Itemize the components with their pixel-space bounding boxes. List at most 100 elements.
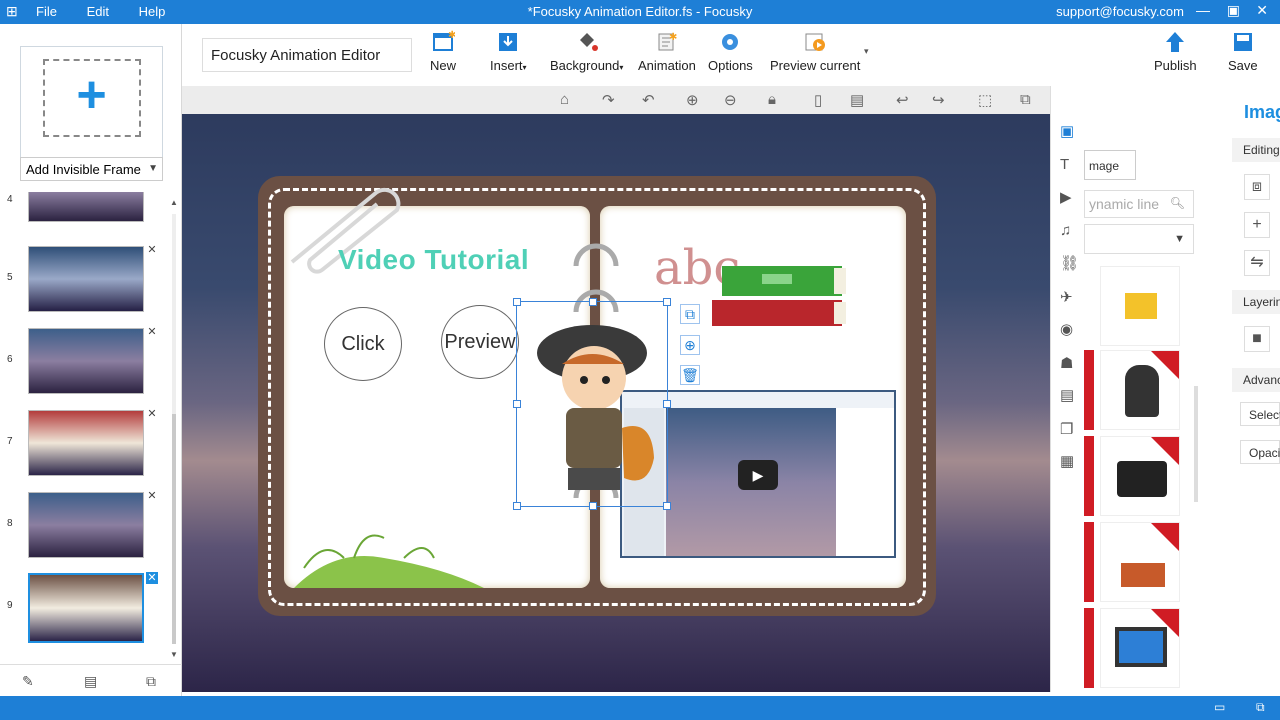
insert-icon [499,33,518,51]
asset-thumbnail[interactable] [1100,608,1180,688]
flip-icon[interactable]: ⇋ [1244,250,1270,276]
thumbnail-scrollbar[interactable]: ▲ ▼ [170,194,178,662]
duplicate-icon[interactable]: ⧉ [680,304,700,324]
background-button[interactable]: Background▾ [550,30,623,73]
edit-frame-icon[interactable]: ✎ [22,673,34,690]
people-icon[interactable]: ☗ [1060,354,1073,372]
frame-thumbnail-9[interactable] [28,573,144,643]
resize-handle[interactable] [663,298,671,306]
add-icon[interactable]: + [1244,212,1270,238]
monitor-icon[interactable]: ▭ [1214,700,1225,714]
books-image[interactable] [702,254,862,344]
undo-icon[interactable]: ↩ [896,91,909,109]
zoom-out-icon[interactable]: ⊖ [724,91,737,109]
advanced-section[interactable]: Advanc [1232,368,1280,392]
image-search-input[interactable]: ynamic line 🔍︎ [1084,190,1194,218]
close-icon[interactable]: ✕ [1256,2,1268,19]
lock-icon[interactable]: 🔒︎ [768,91,776,108]
asset-thumbnail[interactable] [1100,266,1180,346]
frame-layout-icon[interactable]: ⧉ [146,673,156,690]
select-all-icon[interactable]: ⬚ [978,91,992,109]
editing-section[interactable]: Editing [1232,138,1280,162]
frame-thumbnail-8[interactable] [28,492,144,558]
scroll-down-icon[interactable]: ▼ [170,650,178,659]
click-circle-text[interactable]: Click [324,307,402,381]
resize-handle[interactable] [513,298,521,306]
resize-handle[interactable] [589,502,597,510]
redo-icon[interactable]: ↪ [932,91,945,109]
maximize-icon[interactable]: ▣ [1227,2,1240,19]
scroll-thumb[interactable] [172,414,176,644]
home-icon[interactable]: ⌂ [560,91,569,108]
preview-circle-text[interactable]: Preview [441,305,519,379]
frame-thumbnail-6[interactable] [28,328,144,394]
flash-icon[interactable]: ◉ [1060,320,1073,338]
delete-frame-icon[interactable]: ✕ [146,408,158,420]
insert-button[interactable]: Insert▾ [490,30,527,73]
image-icon[interactable]: ▣ [1060,122,1074,140]
rotate-right-icon[interactable]: ↷ [602,91,615,109]
zoom-in-icon[interactable]: ⊕ [686,91,699,109]
trash-icon[interactable]: 🗑︎ [680,365,700,385]
layout-icon[interactable]: ▦ [1060,452,1074,470]
video-icon[interactable]: ▶ [1060,188,1072,206]
sidebar-tools: ✎ ▤ ⧉ [0,664,182,696]
scroll-up-icon[interactable]: ▲ [170,198,178,207]
video-tutorial-title[interactable]: Video Tutorial [338,244,529,276]
link-icon[interactable]: ⛓︎ [1060,254,1079,272]
slides-icon[interactable]: ▤ [1060,386,1074,404]
editing-canvas[interactable]: Video Tutorial Click Preview abc ▶ ⧉ ⊕ 🗑… [182,114,1050,692]
frame-thumbnail-5[interactable] [28,246,144,312]
copy-icon[interactable]: ▯ [814,91,822,109]
asset-thumbnail[interactable] [1100,350,1180,430]
frame-thumbnail-4[interactable] [28,192,144,222]
project-title-field[interactable]: Focusky Animation Editor [202,38,412,72]
select-button[interactable]: Select [1240,402,1280,426]
selection-box[interactable] [513,298,671,510]
zoom-add-icon[interactable]: ⊕ [680,335,700,355]
rotate-left-icon[interactable]: ↶ [642,91,655,109]
resize-handle[interactable] [663,400,671,408]
delete-frame-icon[interactable]: ✕ [146,490,158,502]
asset-thumbnail[interactable] [1100,436,1180,516]
assets-scrollbar[interactable] [1194,386,1198,502]
animation-button[interactable]: ✱ Animation [638,30,696,73]
new-button[interactable]: ✱ New [430,30,456,73]
bring-front-icon[interactable]: ■ [1244,326,1270,352]
play-icon[interactable]: ▶ [738,460,778,490]
delete-frame-icon[interactable]: ✕ [146,244,158,256]
preview-options-icon[interactable]: ▾ [864,46,869,57]
asset-thumbnail[interactable] [1100,522,1180,602]
fullscreen-icon[interactable]: ⧉ [1020,91,1031,108]
preview-current-button[interactable]: Preview current [770,30,860,73]
plane-icon[interactable]: ✈︎ [1060,288,1073,306]
frame-type-select[interactable]: Add Invisible Frame ▼ [20,157,163,181]
frame-thumbnail-list: 4 5 ✕ 6 ✕ 7 ✕ 8 ✕ 9 ✕ [0,192,168,662]
resize-handle[interactable] [513,400,521,408]
resize-handle[interactable] [663,502,671,510]
properties-panel: Imag Editing ⧈ + ⇋ Layerin ■ Advanc Sele… [1200,86,1280,692]
text-icon[interactable]: T [1060,156,1069,173]
minimize-icon[interactable]: — [1196,2,1210,18]
resize-handle[interactable] [513,502,521,510]
image-tab[interactable]: mage [1084,150,1136,180]
frame-thumbnail-7[interactable] [28,410,144,476]
frame-settings-icon[interactable]: ▤ [84,673,97,690]
layering-section[interactable]: Layerin [1232,290,1280,314]
layers-icon[interactable]: ❐ [1060,420,1073,438]
music-icon[interactable]: ♫ [1060,222,1071,239]
opacity-control[interactable]: Opaci [1240,440,1280,464]
delete-frame-icon[interactable]: ✕ [146,572,158,584]
support-email-link[interactable]: support@focusky.com [1056,4,1184,19]
paste-icon[interactable]: ▤ [850,91,864,109]
crop-icon[interactable]: ⧈ [1244,174,1270,200]
add-frame-button[interactable]: + [20,46,163,172]
paint-bucket-icon [579,33,598,51]
window-mode-icon[interactable]: ⧉ [1256,700,1265,715]
image-category-select[interactable]: ▼ [1084,224,1194,254]
options-button[interactable]: Options [708,30,753,73]
publish-button[interactable]: Publish [1154,30,1197,73]
delete-frame-icon[interactable]: ✕ [146,326,158,338]
resize-handle[interactable] [589,298,597,306]
save-button[interactable]: Save [1228,30,1258,73]
